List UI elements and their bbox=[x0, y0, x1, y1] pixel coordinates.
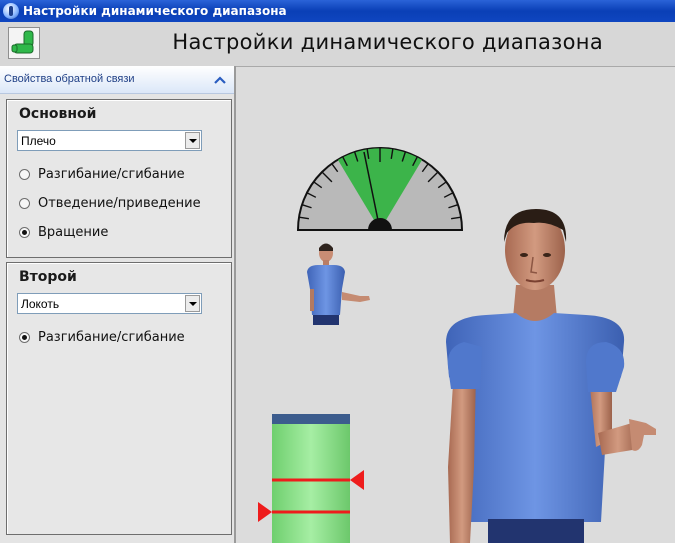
range-gauge bbox=[296, 147, 464, 231]
primary-joint-select[interactable]: Плечо bbox=[17, 130, 202, 151]
page-header: Настройки динамического диапазона bbox=[0, 22, 675, 67]
collapse-chevron-icon[interactable] bbox=[212, 72, 228, 88]
page-title: Настройки динамического диапазона bbox=[172, 30, 603, 54]
radio-label: Вращение bbox=[38, 224, 109, 240]
secondary-joint-value: Локоть bbox=[21, 297, 60, 311]
upper-limit-marker bbox=[350, 470, 364, 490]
window-title: Настройки динамического диапазона bbox=[23, 4, 287, 18]
radio-button[interactable] bbox=[19, 197, 30, 209]
small-avatar-figure bbox=[307, 243, 370, 325]
large-avatar-figure bbox=[446, 209, 656, 543]
radio-label: Разгибание/сгибание bbox=[38, 329, 185, 345]
radio-button[interactable] bbox=[19, 168, 30, 180]
arm-logo-button[interactable] bbox=[8, 27, 40, 59]
range-bar-fill bbox=[272, 424, 350, 543]
radio-button-checked[interactable] bbox=[19, 226, 30, 238]
primary-joint-group: Основной Плечо Разгибание/сгибание Отвед… bbox=[6, 99, 232, 258]
feedback-viewport bbox=[236, 67, 675, 543]
app-icon bbox=[3, 3, 19, 19]
radio-label: Разгибание/сгибание bbox=[38, 166, 185, 182]
panel-header[interactable]: Свойства обратной связи bbox=[0, 66, 234, 94]
window-title-bar: Настройки динамического диапазона bbox=[0, 0, 675, 22]
secondary-joint-group: Второй Локоть Разгибание/сгибание bbox=[6, 262, 232, 535]
range-bar bbox=[258, 414, 364, 543]
secondary-group-title: Второй bbox=[19, 269, 77, 285]
secondary-joint-select[interactable]: Локоть bbox=[17, 293, 202, 314]
radio-abduction-adduction[interactable]: Отведение/приведение bbox=[19, 194, 201, 212]
feedback-properties-panel: Свойства обратной связи Основной Плечо Р… bbox=[0, 66, 236, 543]
radio-label: Отведение/приведение bbox=[38, 195, 201, 211]
viewport-scene bbox=[258, 147, 656, 543]
radio-flexion-extension[interactable]: Разгибание/сгибание bbox=[19, 165, 185, 183]
primary-joint-value: Плечо bbox=[21, 134, 56, 148]
lower-limit-marker bbox=[258, 502, 272, 522]
radio-rotation[interactable]: Вращение bbox=[19, 223, 108, 241]
arm-icon bbox=[11, 30, 34, 54]
primary-group-title: Основной bbox=[19, 106, 97, 122]
radio-button-checked[interactable] bbox=[19, 331, 30, 343]
dropdown-arrow-icon[interactable] bbox=[185, 295, 200, 312]
radio-flexion-extension-secondary[interactable]: Разгибание/сгибание bbox=[19, 328, 185, 346]
dropdown-arrow-icon[interactable] bbox=[185, 132, 200, 149]
panel-header-label: Свойства обратной связи bbox=[4, 73, 135, 85]
